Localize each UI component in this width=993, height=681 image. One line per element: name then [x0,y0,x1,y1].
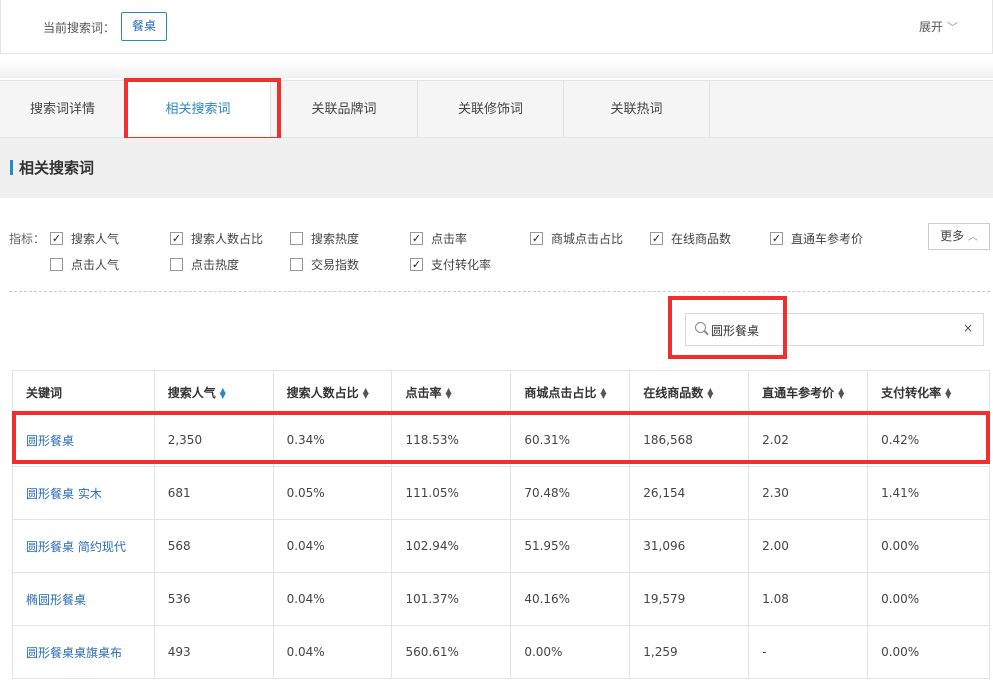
table-cell: 568 [153,519,274,573]
checkbox-icon [290,258,303,271]
chevron-down-icon: ﹀ [947,21,958,34]
table-cell: 31,096 [629,519,750,573]
indicator-label: 搜索热度 [311,232,360,246]
table-cell: 536 [153,572,274,626]
indicator-label: 商城点击占比 [551,232,624,246]
table-cell: 0.05% [272,466,393,520]
indicator-label: 点击人气 [71,258,120,272]
table-cell: 681 [153,466,274,520]
table-row: 圆形餐桌 实木 681 0.05% 111.05% 70.48% 26,154 … [12,466,990,520]
checkbox-icon: ✓ [410,258,423,271]
column-header-ad-price[interactable]: 直通车参考价 ▲ ▼ [748,370,869,414]
search-term-bar: 当前搜索词： 餐桌 展开 ﹀ [0,0,993,54]
checkbox-icon: ✓ [770,232,783,245]
sort-icon[interactable]: ▲ ▼ [363,387,369,400]
section-header: 相关搜索词 [0,138,993,198]
checkbox-icon [290,232,303,245]
table-row: 椭圆形餐桌 536 0.04% 101.37% 40.16% 19,579 1.… [12,572,990,626]
table-cell: 0.04% [272,625,393,679]
keyword-link[interactable]: 圆形餐桌 简约现代 [12,519,155,573]
table-cell: 2.30 [748,466,869,520]
indicators-label: 指标： [9,232,46,246]
table-cell: 19,579 [629,572,750,626]
indicator-label: 支付转化率 [431,258,492,272]
column-header-keyword: 关键词 [12,370,155,414]
table-cell: 0.00% [867,519,990,573]
indicator-label: 搜索人数占比 [191,232,264,246]
column-header-mall-click-share[interactable]: 商城点击占比 ▲ ▼ [510,370,631,414]
table-cell: 1.41% [867,466,990,520]
table-cell: 0.00% [867,572,990,626]
indicator-label: 搜索人气 [71,232,120,246]
column-header-search-popularity[interactable]: 搜索人气 ▲ ▼ [153,370,274,414]
sort-icon[interactable]: ▲ ▼ [220,387,226,400]
tab-related-modifier-terms[interactable]: 关联修饰词 [418,81,564,138]
keyword-link[interactable]: 椭圆形餐桌 [12,572,155,626]
indicator-label: 点击热度 [191,258,240,272]
column-header-conversion-rate[interactable]: 支付转化率 ▲ ▼ [867,370,990,414]
checkbox-icon [170,258,183,271]
table-row: 圆形餐桌桌旗桌布 493 0.04% 560.61% 0.00% 1,259 -… [12,625,990,679]
table-cell: 1.08 [748,572,869,626]
keyword-link[interactable]: 圆形餐桌 实木 [12,466,155,520]
checkbox-icon [50,258,63,271]
indicator-label: 点击率 [431,232,468,246]
table-cell: 111.05% [391,466,512,520]
indicator-label: 交易指数 [311,258,360,272]
table-cell: 560.61% [391,625,512,679]
expand-label: 展开 [918,20,943,34]
table-cell: 2.00 [748,519,869,573]
table-cell: - [748,625,869,679]
column-header-ctr[interactable]: 点击率 ▲ ▼ [391,370,512,414]
tabs-shadow [0,62,993,78]
table-cell: 70.48% [510,466,631,520]
checkbox-icon: ✓ [530,232,543,245]
more-label: 更多 [940,229,965,243]
highlight-box-first-row [12,411,990,464]
page: 当前搜索词： 餐桌 展开 ﹀ 搜索词详情 相关搜索词 关联品牌词 关联修饰词 关联… [0,0,993,681]
table-cell: 493 [153,625,274,679]
sort-icon[interactable]: ▲ ▼ [600,387,606,400]
chevron-up-icon: ︿ [967,232,978,243]
sort-icon[interactable]: ▲ ▼ [838,387,844,400]
divider [9,291,990,292]
table-cell: 40.16% [510,572,631,626]
section-title: 相关搜索词 [19,159,95,177]
checkbox-icon: ✓ [50,232,63,245]
tab-related-brand-terms[interactable]: 关联品牌词 [271,81,418,138]
table-row: 圆形餐桌 简约现代 568 0.04% 102.94% 51.95% 31,09… [12,519,990,573]
table-cell: 101.37% [391,572,512,626]
indicator-label: 在线商品数 [671,232,732,246]
column-header-searcher-share[interactable]: 搜索人数占比 ▲ ▼ [272,370,393,414]
more-button[interactable]: 更多 ︿ [928,223,990,250]
checkbox-icon: ✓ [650,232,663,245]
table-cell: 51.95% [510,519,631,573]
table-cell: 0.00% [510,625,631,679]
section-accent-bar [10,160,13,175]
table-cell: 0.04% [272,519,393,573]
highlight-box-search [668,296,787,359]
table-cell: 0.00% [867,625,990,679]
indicator-label: 直通车参考价 [791,232,864,246]
checkbox-icon: ✓ [410,232,423,245]
sort-icon[interactable]: ▲ ▼ [945,387,951,400]
keyword-link[interactable]: 圆形餐桌桌旗桌布 [12,625,155,679]
sort-icon[interactable]: ▲ ▼ [446,387,452,400]
expand-button[interactable]: 展开 ﹀ [919,18,958,35]
highlight-box-tab [124,78,281,141]
search-term-tag[interactable]: 餐桌 [121,12,168,41]
table-cell: 1,259 [629,625,750,679]
column-header-online-products[interactable]: 在线商品数 ▲ ▼ [629,370,750,414]
sort-icon[interactable]: ▲ ▼ [707,387,713,400]
checkbox-icon: ✓ [170,232,183,245]
tab-search-term-detail[interactable]: 搜索词详情 [0,81,126,138]
table-cell: 0.04% [272,572,393,626]
search-term-label: 当前搜索词： [43,21,116,35]
table-cell: 26,154 [629,466,750,520]
clear-icon[interactable]: × [963,321,973,335]
table-cell: 102.94% [391,519,512,573]
table-header-row: 关键词 搜索人气 ▲ ▼ 搜索人数占比 ▲ ▼ 点击率 ▲ ▼ 商城点击占比 ▲ ▼ 在线商品数… [12,370,990,414]
tab-related-hot-terms[interactable]: 关联热词 [564,81,710,138]
